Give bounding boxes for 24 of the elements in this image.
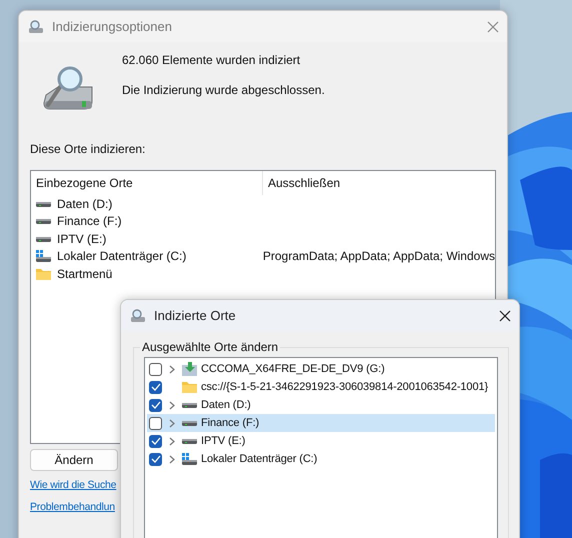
exclude-text: ProgramData; AppData; AppData; Windows <box>262 249 495 264</box>
help-link[interactable]: Wie wird die Suche <box>30 478 116 493</box>
selected-row[interactable]: Finance (F:) <box>147 414 495 432</box>
list-label: Diese Orte indizieren: <box>30 142 146 156</box>
location-text: CCCOMA_X64FRE_DE-DE_DV9 (G:) <box>201 363 385 375</box>
location-text: IPTV (E:) <box>201 435 246 447</box>
location-text: Startmenü <box>57 266 112 281</box>
location-text: Lokaler Datenträger (C:) <box>201 453 318 465</box>
status-text: Die Indizierung wurde abgeschlossen. <box>122 83 325 97</box>
column-header[interactable]: Ausschließen <box>262 171 495 195</box>
window-title: Indizierungsoptionen <box>52 19 172 34</box>
change-button[interactable]: Ändern <box>30 449 118 471</box>
location-text: Finance (F:) <box>57 214 122 228</box>
location-text: IPTV (E:) <box>57 232 106 246</box>
location-text: Daten (D:) <box>57 196 112 211</box>
column-header[interactable]: Einbezogene Orte <box>31 176 262 190</box>
location-text: Daten (D:) <box>201 399 251 411</box>
location-text: csc://{S-1-5-21-3462291923-306039814-2001063542-1001} <box>201 381 488 393</box>
help-link[interactable]: Problembehandlun <box>30 500 115 515</box>
location-text: Finance (F:) <box>201 417 260 429</box>
window-title: Indizierte Orte <box>154 308 236 323</box>
group-label: Ausgewählte Orte ändern <box>140 340 280 354</box>
status-text: 62.060 Elemente wurden indiziert <box>122 53 302 67</box>
location-text: Lokaler Datenträger (C:) <box>57 249 186 264</box>
